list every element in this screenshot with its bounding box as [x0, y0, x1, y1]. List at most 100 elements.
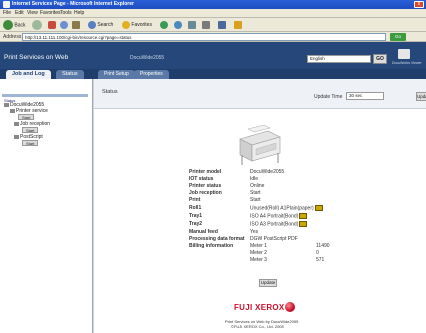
status-main: Status Update Time 30 sec Update Printer… — [94, 79, 426, 333]
home-button[interactable] — [72, 20, 80, 30]
history-button[interactable] — [174, 20, 182, 30]
info-label-printer-status: Printer status — [189, 183, 222, 189]
printer-image — [239, 125, 281, 165]
billing-meter-3-count: 571 — [316, 257, 325, 263]
address-bar: Address http://13.11.111.100/cgi-bin/res… — [0, 32, 426, 42]
tree-header-bar — [2, 94, 88, 97]
fuji-xerox-logo: FUJI XEROX — [234, 303, 285, 312]
tray-level-icon — [299, 221, 308, 227]
menu-help[interactable]: Help — [74, 10, 84, 16]
update-bottom-button[interactable]: Update — [259, 279, 277, 287]
tray-level-icon — [299, 213, 308, 219]
tab-print-setup[interactable]: Print Setup — [98, 70, 135, 79]
address-input[interactable]: http://13.11.111.100/cgi-bin/resource.cg… — [22, 33, 386, 41]
info-label-print: Print — [189, 197, 201, 203]
docuworks-icon[interactable] — [398, 49, 410, 59]
printer-service-start-button[interactable]: Start — [18, 114, 35, 120]
print-icon — [202, 20, 210, 29]
address-go-button[interactable]: Go — [390, 33, 406, 41]
folder-icon — [14, 121, 19, 126]
tab-status[interactable]: Status — [56, 70, 84, 79]
messenger-icon — [234, 20, 242, 29]
docuworks-label: DocuWorks Viewer — [392, 61, 422, 65]
postscript-start-button[interactable]: Start — [22, 140, 39, 146]
status-header: Status Update Time 30 sec Update — [94, 79, 426, 109]
status-title: Status — [102, 89, 118, 95]
star-icon — [122, 20, 130, 29]
mail-button[interactable] — [188, 20, 196, 30]
info-label-iot-status: IOT status — [189, 176, 214, 182]
home-icon — [72, 20, 80, 29]
messenger-button[interactable] — [234, 20, 242, 30]
menubar: File Edit View Favorites Tools Help — [0, 9, 426, 18]
job-reception-start-button[interactable]: Start — [22, 127, 39, 133]
info-value-data-format: DGW PostScript PDF — [250, 236, 298, 242]
menu-favorites[interactable]: Favorites — [40, 10, 61, 16]
app-title: Print Services on Web — [4, 54, 69, 61]
info-label-printer-model: Printer model — [189, 169, 222, 175]
menu-edit[interactable]: Edit — [15, 10, 24, 16]
tree-panel: Status DocuWide2055 Printer service Star… — [0, 79, 93, 333]
menu-view[interactable]: View — [27, 10, 38, 16]
info-value-printer-model: DocuWide2055 — [250, 169, 285, 175]
info-label-roll1: Roll1 — [189, 205, 202, 211]
print-button[interactable] — [202, 20, 210, 30]
language-select[interactable]: English — [307, 55, 371, 63]
media-icon — [160, 20, 168, 29]
tab-properties[interactable]: Properties — [134, 70, 169, 79]
menu-tools[interactable]: Tools — [60, 10, 72, 16]
info-label-tray1: Tray1 — [189, 213, 203, 219]
tabs-row: Job and Log Status Print Setup Propertie… — [0, 69, 426, 79]
update-button[interactable]: Update — [416, 92, 426, 101]
billing-meter-1-count: 11490 — [316, 243, 330, 249]
info-value-roll1: Unused(Roll) A1Plain(paper) — [250, 205, 323, 211]
tab-job-and-log[interactable]: Job and Log — [6, 70, 51, 79]
stop-icon — [48, 20, 56, 29]
history-icon — [174, 20, 182, 29]
forward-arrow-icon — [32, 20, 42, 30]
footer-copyright: ©FUJI XEROX Co., Ltd. 2005 — [231, 324, 284, 329]
info-value-print: Start — [250, 197, 261, 203]
tray-level-icon — [314, 205, 323, 211]
browser-toolbar: Back Search Favorites — [0, 18, 426, 32]
forward-button[interactable] — [32, 20, 42, 30]
favorites-button[interactable]: Favorites — [122, 20, 152, 30]
address-label: Address — [3, 34, 22, 40]
stop-button[interactable] — [48, 20, 56, 30]
info-value-manual-feed: Yes — [250, 229, 259, 235]
info-label-tray2: Tray2 — [189, 221, 203, 227]
refresh-button[interactable] — [60, 20, 68, 30]
info-value-job-reception: Start — [250, 190, 261, 196]
update-time-label: Update Time — [314, 94, 343, 100]
mail-icon — [188, 20, 196, 29]
info-value-tray1: ISO A4 Portrait(Bond) — [250, 213, 308, 219]
info-value-iot-status: Idle — [250, 176, 259, 182]
billing-meter-1-label: Meter 1 — [250, 243, 267, 249]
document-icon — [218, 20, 226, 29]
billing-meter-2-label: Meter 2 — [250, 250, 267, 256]
info-label-data-format: Processing data format — [189, 236, 245, 242]
billing-meter-3-label: Meter 3 — [250, 257, 267, 263]
billing-meter-2-count: 0 — [316, 250, 319, 256]
search-icon — [88, 20, 96, 29]
info-value-tray2: ISO A3 Portrait(Bond) — [250, 221, 308, 227]
info-label-manual-feed: Manual feed — [189, 229, 218, 235]
search-button[interactable]: Search — [88, 20, 113, 30]
back-arrow-icon — [3, 20, 13, 30]
folder-icon — [10, 108, 15, 113]
language-go-button[interactable]: GO — [373, 54, 387, 64]
info-value-printer-status: Online — [250, 183, 265, 189]
edit-button[interactable] — [218, 20, 226, 30]
back-button[interactable]: Back — [3, 20, 26, 30]
menu-file[interactable]: File — [3, 10, 11, 16]
update-time-select[interactable]: 30 sec — [346, 92, 384, 100]
app-header: Print Services on Web DocuWide2055 Engli… — [0, 42, 426, 69]
info-label-billing: Billing information — [189, 243, 234, 249]
window-titlebar: Internet Services Page - Microsoft Inter… — [0, 0, 426, 9]
xerox-sphere-icon — [285, 302, 295, 312]
refresh-icon — [60, 20, 68, 29]
printer-icon — [4, 102, 9, 107]
media-button[interactable] — [160, 20, 168, 30]
info-label-job-reception: Job reception — [189, 190, 222, 196]
close-icon[interactable]: x — [414, 1, 424, 8]
